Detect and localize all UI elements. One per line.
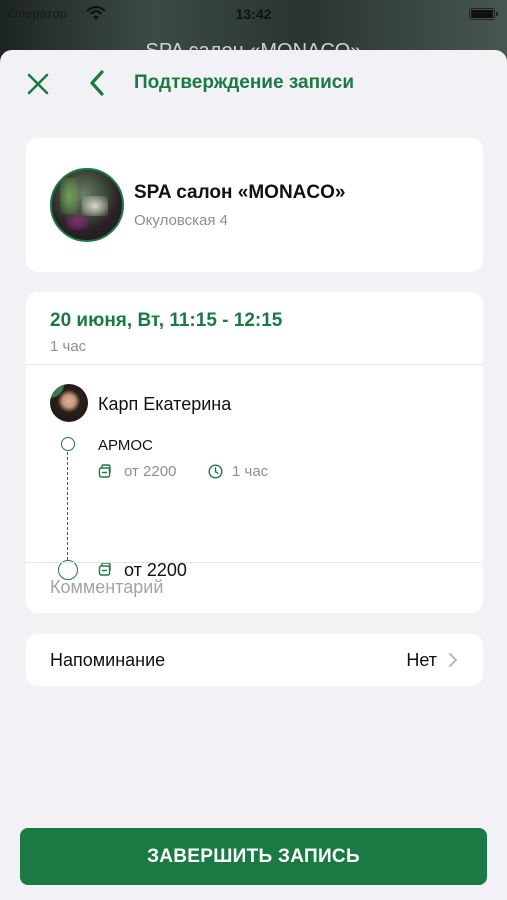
back-arrow-icon[interactable]: [84, 68, 112, 98]
reminder-row[interactable]: Напоминание Нет: [26, 634, 483, 686]
booking-card: 20 июня, Вт, 11:15 - 12:15 1 час Карп Ек…: [26, 292, 483, 613]
service-time: 1 час: [232, 463, 269, 480]
chevron-right-icon: [449, 653, 457, 667]
nav-bar: Подтверждение записи: [0, 50, 507, 116]
page-title: Подтверждение записи: [134, 72, 354, 93]
finish-booking-button[interactable]: ЗАВЕРШИТЬ ЗАПИСЬ: [20, 828, 487, 885]
timeline-line: [67, 447, 68, 565]
timeline-dot-service: [61, 437, 75, 451]
divider: [26, 364, 483, 365]
status-bar: Оператор 13:42: [0, 0, 507, 28]
salon-card: SPA салон «MONACO» Окуловская 4: [26, 138, 483, 272]
salon-address: Окуловская 4: [134, 212, 228, 229]
salon-avatar: [50, 168, 124, 242]
booking-date-time: 20 июня, Вт, 11:15 - 12:15: [50, 310, 283, 331]
comment-input[interactable]: [50, 572, 460, 602]
salon-name: SPA салон «MONACO»: [134, 182, 346, 203]
comment-divider: [26, 562, 483, 563]
confirmation-sheet: Подтверждение записи SPA салон «MONACO» …: [0, 50, 507, 900]
master-avatar: [50, 384, 88, 422]
close-icon[interactable]: [24, 70, 52, 98]
status-time: 13:42: [235, 6, 272, 22]
master-name: Карп Екатерина: [98, 394, 232, 414]
service-price: от 2200: [124, 463, 177, 480]
booking-duration: 1 час: [50, 338, 87, 355]
battery-icon: [469, 8, 498, 20]
service-name: АРМОС: [98, 437, 153, 454]
price-tag-icon: [98, 464, 111, 478]
reminder-value: Нет: [406, 650, 437, 670]
reminder-label: Напоминание: [50, 650, 166, 670]
clock-icon: [208, 464, 223, 479]
